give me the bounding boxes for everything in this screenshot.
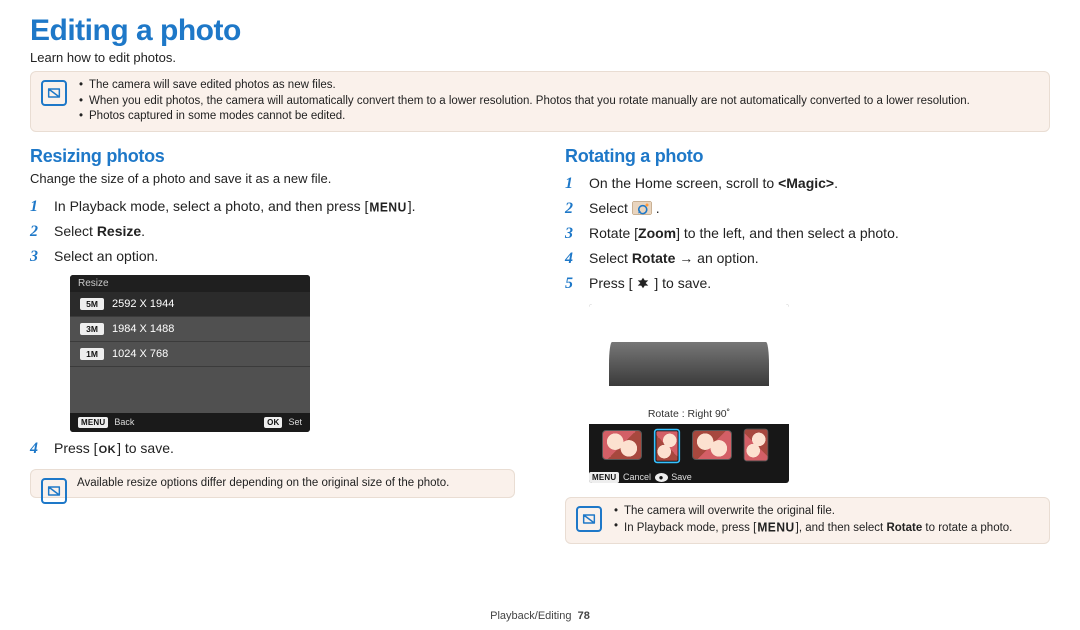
top-infobox-bullet: Photos captured in some modes cannot be … xyxy=(77,109,1039,125)
resize-note-box: Available resize options differ dependin… xyxy=(30,469,515,499)
rotate-note-box: The camera will overwrite the original f… xyxy=(565,497,1050,544)
step-text: In Playback mode, select a photo, and th… xyxy=(54,198,368,214)
foot-back-label[interactable]: Back xyxy=(114,417,134,427)
rotate-note-bullet: The camera will overwrite the original f… xyxy=(612,504,1039,520)
step-text: Select an option. xyxy=(54,248,158,264)
info-icon xyxy=(576,506,602,532)
step-text: . xyxy=(141,223,145,239)
page-footer: Playback/Editing 78 xyxy=(0,610,1080,622)
footer-section: Playback/Editing xyxy=(490,610,571,622)
mp-badge: 3M xyxy=(80,323,104,335)
step-text: . xyxy=(834,175,838,191)
shutter-icon xyxy=(636,275,650,296)
foot-save-icon: ● xyxy=(655,473,668,482)
resize-option-row[interactable]: 5M 2592 X 1944 xyxy=(70,292,310,317)
resize-step-2: 2 Select Resize. xyxy=(30,219,515,244)
step-text: Press [ xyxy=(54,440,98,456)
mp-badge: 1M xyxy=(80,348,104,360)
device-title: Resize xyxy=(70,275,310,292)
foot-menu-tag: MENU xyxy=(589,472,619,483)
step-text: Press [ xyxy=(589,275,633,291)
rotate-step-4: 4 Select Rotate → an option. xyxy=(565,246,1050,271)
footer-page-number: 78 xyxy=(578,610,590,622)
foot-menu-tag: MENU xyxy=(78,417,108,428)
step-text: Select xyxy=(589,250,632,266)
step-text: ] to save. xyxy=(654,275,711,291)
top-infobox-bullet: When you edit photos, the camera will au… xyxy=(77,94,1039,110)
menu-glyph: MENU xyxy=(368,197,407,217)
foot-ok-tag: OK xyxy=(264,417,282,428)
step-text: → an option. xyxy=(675,250,758,266)
step-text-bold: <Magic> xyxy=(778,175,834,191)
rotate-column: Rotating a photo 1 On the Home screen, s… xyxy=(565,142,1050,554)
step-text: On the Home screen, scroll to xyxy=(589,175,778,191)
resize-option-dim: 1024 X 768 xyxy=(112,348,168,360)
rotate-step-5: 5 Press [ ] to save. xyxy=(565,271,1050,298)
resize-step-3: 3 Select an option. xyxy=(30,244,515,269)
step-text: Rotate [ xyxy=(589,225,638,241)
step-text-bold: Zoom xyxy=(638,225,676,241)
step-text: Select xyxy=(54,223,97,239)
top-infobox-bullet: The camera will save edited photos as ne… xyxy=(77,78,1039,94)
step-text-bold: Rotate xyxy=(632,250,676,266)
rotate-device-mock: Rotate : Right 90˚ MENU Cancel ● Save xyxy=(589,304,789,483)
ok-glyph: OK xyxy=(98,442,118,459)
rotate-thumb-180[interactable] xyxy=(692,430,732,460)
rotate-thumb-90[interactable] xyxy=(654,428,680,462)
resize-step-4: 4 Press [OK] to save. xyxy=(30,436,515,461)
rotate-note-bullet: In Playback mode, press [MENU], and then… xyxy=(612,519,1039,537)
rotate-caption: Rotate : Right 90˚ xyxy=(589,408,789,420)
rotate-thumb-0[interactable] xyxy=(602,430,642,460)
step-text: . xyxy=(656,200,660,216)
rotate-tool-icon xyxy=(632,200,652,214)
resize-sub: Change the size of a photo and save it a… xyxy=(30,171,515,186)
foot-cancel-label[interactable]: Cancel xyxy=(623,472,651,482)
step-text-bold: Resize xyxy=(97,223,141,239)
page-subtitle: Learn how to edit photos. xyxy=(30,50,1050,65)
info-icon xyxy=(41,478,67,504)
rotate-step-2: 2 Select . xyxy=(565,196,1050,221)
resize-option-dim: 2592 X 1944 xyxy=(112,298,174,310)
rotate-step-1: 1 On the Home screen, scroll to <Magic>. xyxy=(565,171,1050,196)
menu-glyph: MENU xyxy=(756,518,795,536)
resize-column: Resizing photos Change the size of a pho… xyxy=(30,142,515,554)
rotate-heading: Rotating a photo xyxy=(565,146,1050,167)
mp-badge: 5M xyxy=(80,298,104,310)
preview-image-placeholder xyxy=(609,342,769,386)
info-icon xyxy=(41,80,67,106)
foot-save-label[interactable]: Save xyxy=(671,472,692,482)
resize-option-row[interactable]: 3M 1984 X 1488 xyxy=(70,317,310,342)
resize-heading: Resizing photos xyxy=(30,146,515,167)
step-text: ] to save. xyxy=(117,440,174,456)
resize-step-1: 1 In Playback mode, select a photo, and … xyxy=(30,194,515,219)
foot-set-label[interactable]: Set xyxy=(288,417,302,427)
step-text: Select xyxy=(589,200,632,216)
top-info-box: The camera will save edited photos as ne… xyxy=(30,71,1050,132)
page-title: Editing a photo xyxy=(30,14,1050,48)
page-root: Editing a photo Learn how to edit photos… xyxy=(0,0,1080,630)
step-text: ]. xyxy=(408,198,416,214)
rotate-preview-area: Rotate : Right 90˚ xyxy=(589,304,789,424)
resize-note-text: Available resize options differ dependin… xyxy=(77,476,504,492)
resize-option-row[interactable]: 1M 1024 X 768 xyxy=(70,342,310,367)
step-text: ] to the left, and then select a photo. xyxy=(676,225,899,241)
resize-option-dim: 1984 X 1488 xyxy=(112,323,174,335)
resize-device-mock: Resize 5M 2592 X 1944 3M 1984 X 1488 1M xyxy=(70,275,310,432)
rotate-step-3: 3 Rotate [Zoom] to the left, and then se… xyxy=(565,221,1050,246)
rotate-thumb-270[interactable] xyxy=(744,428,769,461)
